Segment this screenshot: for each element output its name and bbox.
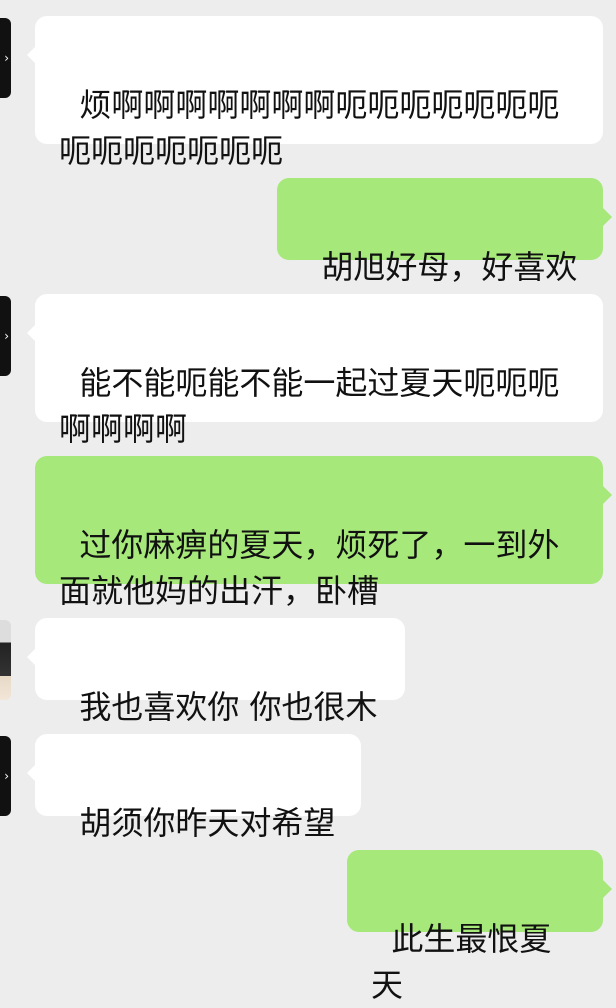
message-text: 能不能呃能不能一起过夏天呃呃呃啊啊啊啊 — [59, 364, 560, 448]
chevron-right-icon: › — [4, 329, 9, 343]
message-text: 过你麻痹的夏天，烦死了，一到外面就他妈的出汗，卧槽 — [59, 526, 560, 610]
message-bubble-outgoing[interactable]: 过你麻痹的夏天，烦死了，一到外面就他妈的出汗，卧槽 — [35, 456, 612, 610]
message-bubble-outgoing[interactable]: 胡旭好母，好喜欢 — [277, 178, 612, 286]
message-text: 此生最恨夏天 — [371, 920, 552, 1004]
contact-avatar[interactable]: › — [0, 18, 11, 98]
message-bubble-incoming[interactable]: 胡须你昨天对希望 — [27, 734, 361, 842]
message-text: 我也喜欢你 你也很木 — [79, 688, 378, 726]
contact-avatar[interactable] — [0, 620, 11, 700]
message-text: 胡须你昨天对希望 — [79, 804, 336, 842]
chevron-right-icon: › — [4, 51, 9, 65]
message-bubble-incoming[interactable]: 能不能呃能不能一起过夏天呃呃呃啊啊啊啊 — [27, 294, 603, 448]
contact-avatar[interactable]: › — [0, 296, 11, 376]
message-bubble-incoming[interactable]: 我也喜欢你 你也很木 — [27, 618, 405, 726]
chevron-right-icon: › — [4, 769, 9, 783]
contact-avatar[interactable]: › — [0, 736, 11, 816]
message-bubble-outgoing[interactable]: 此生最恨夏天 — [347, 850, 612, 1004]
message-text: 胡旭好母，好喜欢 — [321, 248, 578, 286]
message-bubble-incoming[interactable]: 烦啊啊啊啊啊啊啊呃呃呃呃呃呃呃呃呃呃呃呃呃呃 — [27, 16, 603, 170]
message-text: 烦啊啊啊啊啊啊啊呃呃呃呃呃呃呃呃呃呃呃呃呃呃 — [59, 86, 560, 170]
